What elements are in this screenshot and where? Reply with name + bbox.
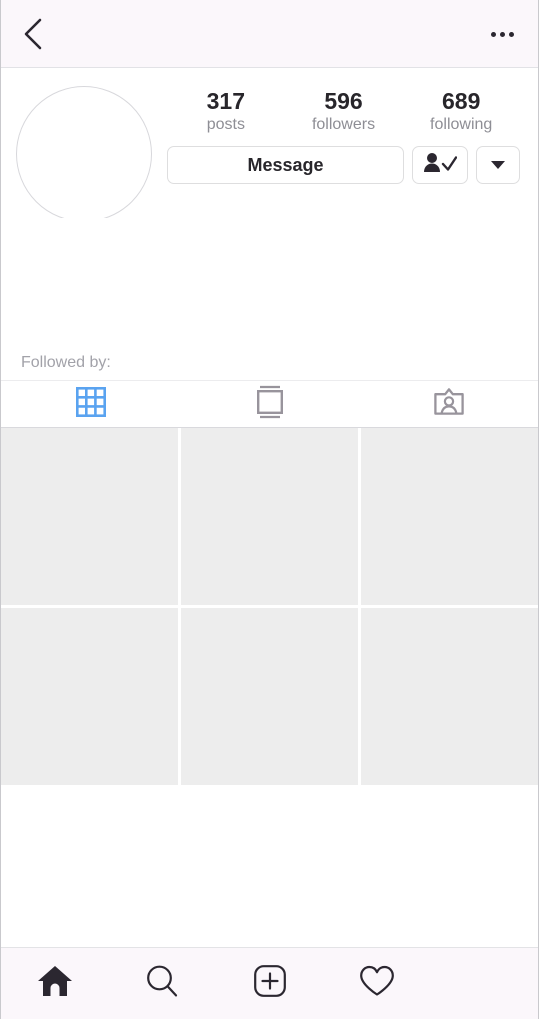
search-icon — [144, 963, 180, 1004]
profile-header: 317 posts 596 followers 689 following Me… — [1, 68, 538, 222]
profile-tab-strip — [1, 380, 538, 428]
nav-search[interactable] — [108, 948, 215, 1019]
bio-area: Followed by: — [1, 218, 538, 380]
stat-followers-label: followers — [311, 116, 376, 133]
stat-followers[interactable]: 596 followers — [285, 88, 403, 136]
plus-square-icon — [253, 964, 287, 1003]
nav-create[interactable] — [216, 948, 323, 1019]
more-options-icon — [508, 31, 514, 37]
more-options-icon — [499, 31, 505, 37]
more-options-button[interactable] — [480, 12, 524, 56]
grid-tile[interactable] — [1, 608, 178, 785]
stat-following-value: 689 — [441, 88, 481, 114]
stats-row: 317 posts 596 followers 689 following — [167, 88, 520, 136]
stat-following-label: following — [430, 116, 493, 133]
bottom-navigation — [1, 947, 538, 1019]
heart-icon — [358, 964, 396, 1003]
stat-posts-label: posts — [206, 116, 245, 133]
reels-icon — [254, 385, 286, 424]
profile-actions-row: Message — [167, 146, 520, 184]
more-options-icon — [490, 31, 496, 37]
stat-following[interactable]: 689 following — [402, 88, 520, 136]
stat-posts-value: 317 — [206, 88, 246, 114]
top-bar — [1, 0, 538, 68]
grid-icon — [75, 386, 106, 422]
more-actions-button[interactable] — [476, 146, 520, 184]
nav-home[interactable] — [1, 948, 108, 1019]
grid-tile[interactable] — [361, 428, 538, 605]
grid-tile[interactable] — [1, 428, 178, 605]
home-icon — [36, 963, 74, 1004]
tab-reels[interactable] — [180, 381, 359, 427]
grid-tile[interactable] — [181, 428, 358, 605]
nav-activity[interactable] — [323, 948, 430, 1019]
stat-followers-value: 596 — [324, 88, 363, 114]
photo-grid — [1, 428, 538, 947]
following-button[interactable] — [412, 146, 468, 184]
avatar[interactable] — [16, 86, 152, 222]
stat-posts[interactable]: 317 posts — [167, 88, 285, 136]
tagged-icon — [433, 386, 465, 423]
tab-grid[interactable] — [1, 381, 180, 427]
profile-screen: 317 posts 596 followers 689 following Me… — [0, 0, 539, 1019]
tab-tagged[interactable] — [359, 381, 538, 427]
profile-header-right: 317 posts 596 followers 689 following Me… — [167, 78, 538, 184]
back-button[interactable] — [11, 12, 55, 56]
chevron-left-icon — [22, 17, 44, 51]
avatar-container[interactable] — [1, 78, 167, 222]
grid-tile[interactable] — [181, 608, 358, 785]
message-button[interactable]: Message — [167, 146, 404, 184]
grid-tile[interactable] — [361, 608, 538, 785]
person-check-icon — [423, 152, 458, 179]
followed-by-label: Followed by: — [21, 354, 111, 371]
chevron-down-icon — [491, 161, 505, 169]
